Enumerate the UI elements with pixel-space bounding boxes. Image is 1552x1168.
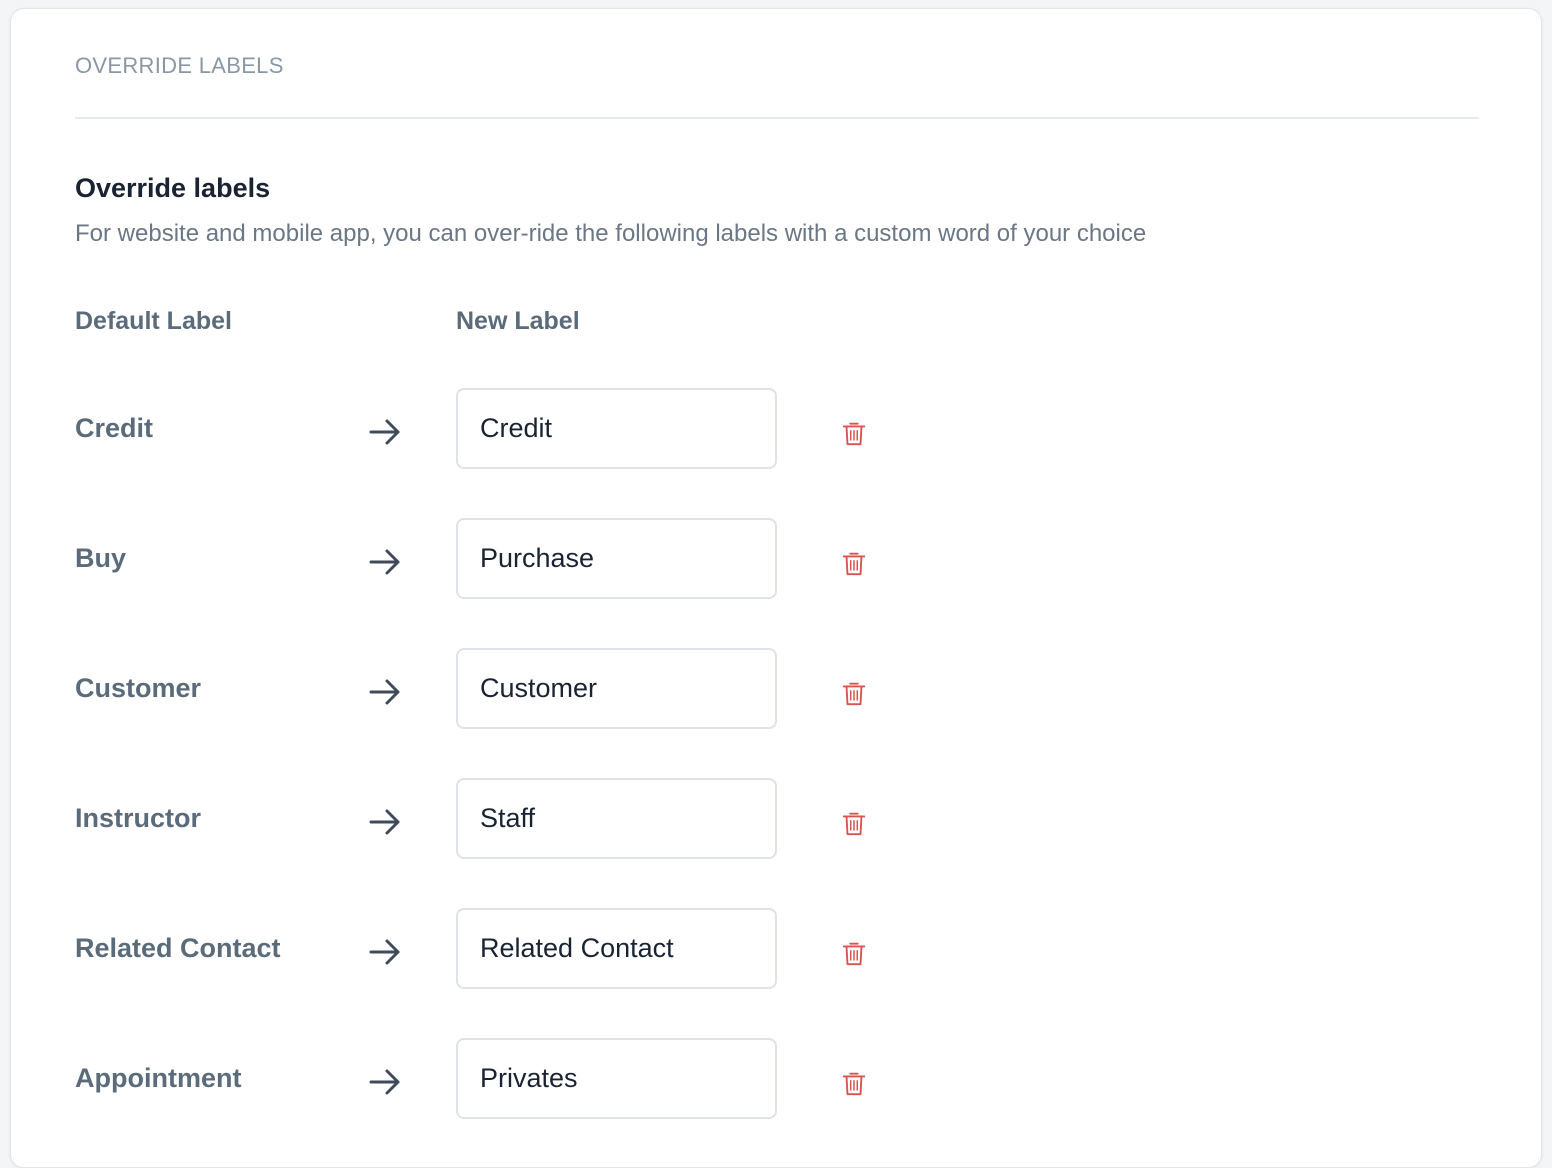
label-override-list: Credit Buy Customer Instructor Related Conta… (11, 387, 1541, 1167)
delete-row-button[interactable] (837, 676, 871, 710)
label-row: Instructor (11, 777, 1541, 907)
delete-row-button[interactable] (837, 546, 871, 580)
arrow-right-icon (367, 674, 403, 710)
arrow-right-icon (367, 414, 403, 450)
delete-row-button[interactable] (837, 416, 871, 450)
page-title: Override labels (75, 173, 271, 203)
section-title: OVERRIDE LABELS (75, 53, 284, 78)
label-row: Appointment (11, 1037, 1541, 1167)
trash-icon (840, 1069, 868, 1097)
default-label: Appointment (75, 1063, 242, 1093)
label-row: Buy (11, 517, 1541, 647)
default-label: Credit (75, 413, 154, 443)
new-label-input[interactable] (456, 388, 777, 469)
trash-icon (840, 809, 868, 837)
delete-row-button[interactable] (837, 806, 871, 840)
trash-icon (840, 419, 868, 447)
new-label-input[interactable] (456, 518, 777, 599)
label-row: Customer (11, 647, 1541, 777)
label-row: Credit (11, 387, 1541, 517)
arrow-right-icon (367, 804, 403, 840)
trash-icon (840, 549, 868, 577)
delete-row-button[interactable] (837, 936, 871, 970)
arrow-right-icon (367, 934, 403, 970)
column-header-default: Default Label (75, 307, 232, 335)
column-header-new: New Label (456, 307, 580, 335)
trash-icon (840, 679, 868, 707)
new-label-input[interactable] (456, 908, 777, 989)
divider (75, 117, 1479, 119)
default-label: Customer (75, 673, 202, 703)
label-row: Related Contact (11, 907, 1541, 1037)
default-label: Buy (75, 543, 127, 573)
default-label: Related Contact (75, 933, 281, 963)
description-text: For website and mobile app, you can over… (75, 220, 1147, 247)
new-label-input[interactable] (456, 778, 777, 859)
trash-icon (840, 939, 868, 967)
arrow-right-icon (367, 544, 403, 580)
new-label-input[interactable] (456, 648, 777, 729)
default-label: Instructor (75, 803, 202, 833)
new-label-input[interactable] (456, 1038, 777, 1119)
arrow-right-icon (367, 1064, 403, 1100)
delete-row-button[interactable] (837, 1066, 871, 1100)
override-labels-card: OVERRIDE LABELS Override labels For webs… (10, 8, 1542, 1168)
